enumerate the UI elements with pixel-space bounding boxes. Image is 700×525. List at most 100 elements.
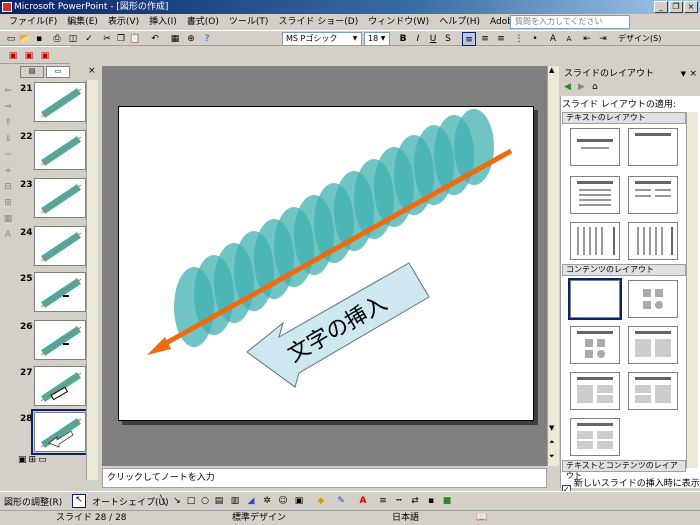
fill-color-icon[interactable]: ◆	[314, 494, 328, 508]
layout-blank[interactable]	[568, 278, 622, 320]
restore-button[interactable]: ❐	[669, 1, 683, 13]
show-formatting-icon[interactable]: A	[1, 228, 15, 242]
back-icon[interactable]: ◀	[564, 82, 571, 92]
layout-title-two-content-one[interactable]	[628, 372, 678, 410]
scroll-down-icon[interactable]: ▼	[549, 424, 554, 432]
spell-check-icon[interactable]: ✓	[82, 32, 96, 46]
font-color-icon[interactable]: A	[356, 494, 370, 508]
menu-edit[interactable]: 編集(E)	[62, 14, 103, 30]
line-color-icon[interactable]: ✎	[334, 494, 348, 508]
chevron-down-icon[interactable]: ▼	[681, 66, 686, 82]
print-icon[interactable]: ⎙	[50, 32, 64, 46]
cut-icon[interactable]: ✂	[100, 32, 114, 46]
numbering-icon[interactable]: ⋮	[512, 32, 526, 46]
menu-slideshow[interactable]: スライド ショー(D)	[273, 14, 363, 30]
menu-view[interactable]: 表示(V)	[103, 14, 144, 30]
slide-canvas[interactable]: 文字の挿入	[118, 106, 534, 421]
copy-icon[interactable]: ❐	[114, 32, 128, 46]
dash-style-icon[interactable]: ┅	[392, 494, 406, 508]
undo-icon[interactable]: ↶	[148, 32, 162, 46]
spelling-status-icon[interactable]: 📖	[476, 511, 487, 525]
3d-style-icon[interactable]: ■	[440, 494, 454, 508]
pdf-email-icon[interactable]: ▣	[22, 49, 36, 63]
layout-title[interactable]	[570, 128, 620, 166]
shadow-style-icon[interactable]: ▪	[424, 494, 438, 508]
menu-file[interactable]: ファイル(F)	[4, 14, 62, 30]
scroll-up-icon[interactable]: ▲	[549, 66, 554, 74]
textbox-vertical-icon[interactable]: ▥	[228, 494, 242, 508]
menu-format[interactable]: 書式(O)	[182, 14, 224, 30]
outline-tab-icon[interactable]: ▤	[20, 66, 44, 78]
layout-two-columns[interactable]	[628, 176, 678, 214]
open-folder-icon[interactable]: 📂	[18, 32, 32, 46]
expand-icon[interactable]: +	[1, 164, 15, 178]
move-down-icon[interactable]: ⇓	[1, 132, 15, 146]
line-tool-icon[interactable]: ╲	[156, 494, 170, 508]
slideshow-view-icon[interactable]: ▭	[38, 455, 47, 467]
expand-all-icon[interactable]: ⊞	[1, 196, 15, 210]
layout-title-two-content[interactable]	[628, 326, 678, 364]
new-file-icon[interactable]: ▭	[4, 32, 18, 46]
slide-sorter-icon[interactable]: ⊞	[29, 455, 37, 467]
draw-menu-button[interactable]: 図形の調整(R)	[4, 495, 62, 508]
bold-button[interactable]: B	[396, 32, 410, 46]
font-size-select[interactable]: 18 ▼	[364, 32, 390, 46]
forward-icon[interactable]: ▶	[578, 82, 585, 92]
save-icon[interactable]: ▪	[32, 32, 46, 46]
help-icon[interactable]: ?	[200, 32, 214, 46]
font-name-select[interactable]: MS Pゴシック ▼	[282, 32, 362, 46]
align-center-icon[interactable]: ≡	[478, 32, 492, 46]
close-icon[interactable]: ×	[689, 66, 697, 82]
arrow-tool-icon[interactable]: ↘	[170, 494, 184, 508]
close-pane-icon[interactable]: ×	[88, 66, 96, 76]
task-pane-scrollbar[interactable]	[686, 112, 698, 468]
paste-icon[interactable]: 📋	[128, 32, 142, 46]
close-button[interactable]: ×	[684, 1, 698, 13]
rectangle-tool-icon[interactable]: □	[184, 494, 198, 508]
layout-title-text[interactable]	[570, 176, 620, 214]
notes-input[interactable]: クリックしてノートを入力	[102, 468, 547, 488]
slide-scrollbar[interactable]: ▲ ▼ ⏶ ⏷	[547, 66, 559, 466]
outdent-icon[interactable]: ⇤	[580, 32, 594, 46]
preview-icon[interactable]: ◫	[66, 32, 80, 46]
wordart-icon[interactable]: ◢	[244, 494, 258, 508]
collapse-all-icon[interactable]: ⊟	[1, 180, 15, 194]
arrow-style-icon[interactable]: ⇄	[408, 494, 422, 508]
menu-insert[interactable]: 挿入(I)	[144, 14, 182, 30]
align-left-icon[interactable]: ≡	[462, 32, 476, 46]
demote-icon[interactable]: ⇒	[1, 100, 15, 114]
menu-tools[interactable]: ツール(T)	[224, 14, 274, 30]
menu-help[interactable]: ヘルプ(H)	[434, 14, 485, 30]
next-slide-icon[interactable]: ⏷	[549, 452, 555, 461]
promote-icon[interactable]: ⇐	[1, 84, 15, 98]
layout-content[interactable]	[628, 280, 678, 318]
layout-vertical-text[interactable]	[570, 222, 620, 260]
zoom-icon[interactable]: ⊕	[184, 32, 198, 46]
layout-title-content[interactable]	[570, 326, 620, 364]
design-template-name[interactable]: 標準デザイン	[232, 511, 286, 525]
pdf-review-icon[interactable]: ▣	[38, 49, 52, 63]
pdf-create-icon[interactable]: ▣	[6, 49, 20, 63]
layout-title-only[interactable]	[628, 128, 678, 166]
layout-title-content-two[interactable]	[570, 372, 620, 410]
clipart-icon[interactable]: ☺	[276, 494, 290, 508]
menu-window[interactable]: ウィンドウ(W)	[363, 14, 434, 30]
bullets-icon[interactable]: •	[528, 32, 542, 46]
collapse-icon[interactable]: −	[1, 148, 15, 162]
layout-title-four-content[interactable]	[570, 418, 620, 456]
picture-icon[interactable]: ▣	[292, 494, 306, 508]
ellipse-tool-icon[interactable]: ○	[198, 494, 212, 508]
normal-view-icon[interactable]: ▣	[18, 455, 27, 467]
move-up-icon[interactable]: ⇑	[1, 116, 15, 130]
underline-button[interactable]: U	[426, 32, 440, 46]
indent-icon[interactable]: ⇥	[596, 32, 610, 46]
shadow-button[interactable]: S	[441, 32, 455, 46]
home-icon[interactable]: ⌂	[592, 82, 598, 92]
summary-slide-icon[interactable]: ▦	[1, 212, 15, 226]
previous-slide-icon[interactable]: ⏶	[549, 438, 555, 447]
insert-table-icon[interactable]: ▦	[168, 32, 182, 46]
thumbnails-scrollbar[interactable]	[86, 80, 98, 480]
layout-vertical-title-text[interactable]	[628, 222, 678, 260]
select-pointer-icon[interactable]: ↖	[72, 494, 86, 508]
help-search-input[interactable]: 質問を入力してください	[510, 15, 630, 29]
